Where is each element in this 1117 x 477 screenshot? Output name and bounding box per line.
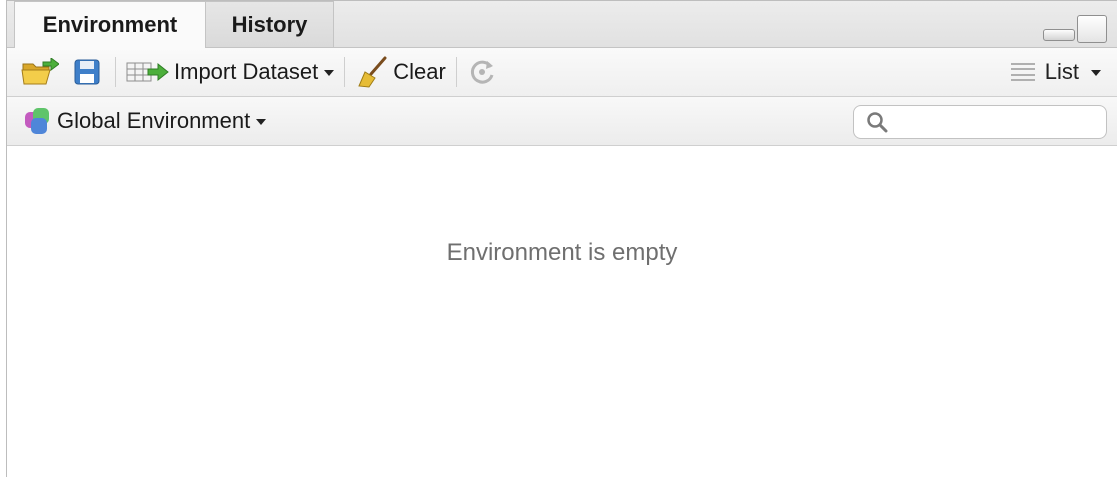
save-workspace-button[interactable]: [73, 58, 101, 86]
search-input[interactable]: [896, 108, 1117, 136]
load-workspace-button[interactable]: [21, 58, 59, 86]
scope-toolbar: Global Environment: [7, 97, 1117, 146]
pane-tab-bar: Environment History: [7, 1, 1117, 48]
import-dataset-label: Import Dataset: [174, 59, 319, 84]
broom-icon: [355, 56, 389, 88]
environment-scope-selector[interactable]: Global Environment: [23, 106, 267, 136]
environment-search[interactable]: [853, 105, 1117, 139]
window-controls: [1043, 15, 1107, 43]
chevron-down-icon: [256, 119, 267, 125]
toolbar-divider: [455, 57, 457, 87]
list-view-icon: [1010, 63, 1035, 81]
environment-toolbar: Import Dataset Clear List: [7, 48, 1117, 97]
search-icon: [866, 111, 888, 133]
environment-pane: Environment History Import Dataset Clear…: [6, 0, 1117, 477]
minimize-pane-button[interactable]: [1043, 29, 1075, 41]
chevron-down-icon: [324, 70, 335, 76]
floppy-disk-icon: [73, 58, 101, 86]
maximize-pane-button[interactable]: [1077, 15, 1107, 43]
clear-label: Clear: [393, 59, 446, 84]
refresh-button[interactable]: [467, 57, 497, 87]
tab-environment[interactable]: Environment: [14, 1, 206, 48]
folder-open-icon: [21, 58, 59, 86]
refresh-icon: [467, 57, 497, 87]
view-mode-menu[interactable]: List: [1010, 48, 1101, 96]
import-dataset-button[interactable]: Import Dataset: [126, 59, 335, 85]
chevron-down-icon: [1091, 70, 1101, 76]
scope-label: Global Environment: [57, 108, 251, 133]
view-mode-label: List: [1044, 59, 1079, 84]
clear-workspace-button[interactable]: Clear: [355, 56, 446, 88]
environment-stack-icon: [23, 106, 53, 136]
import-table-icon: [126, 59, 170, 85]
empty-environment-message: Environment is empty: [446, 239, 678, 266]
toolbar-divider: [115, 57, 116, 87]
toolbar-divider: [344, 57, 346, 87]
tab-history[interactable]: History: [206, 1, 334, 47]
